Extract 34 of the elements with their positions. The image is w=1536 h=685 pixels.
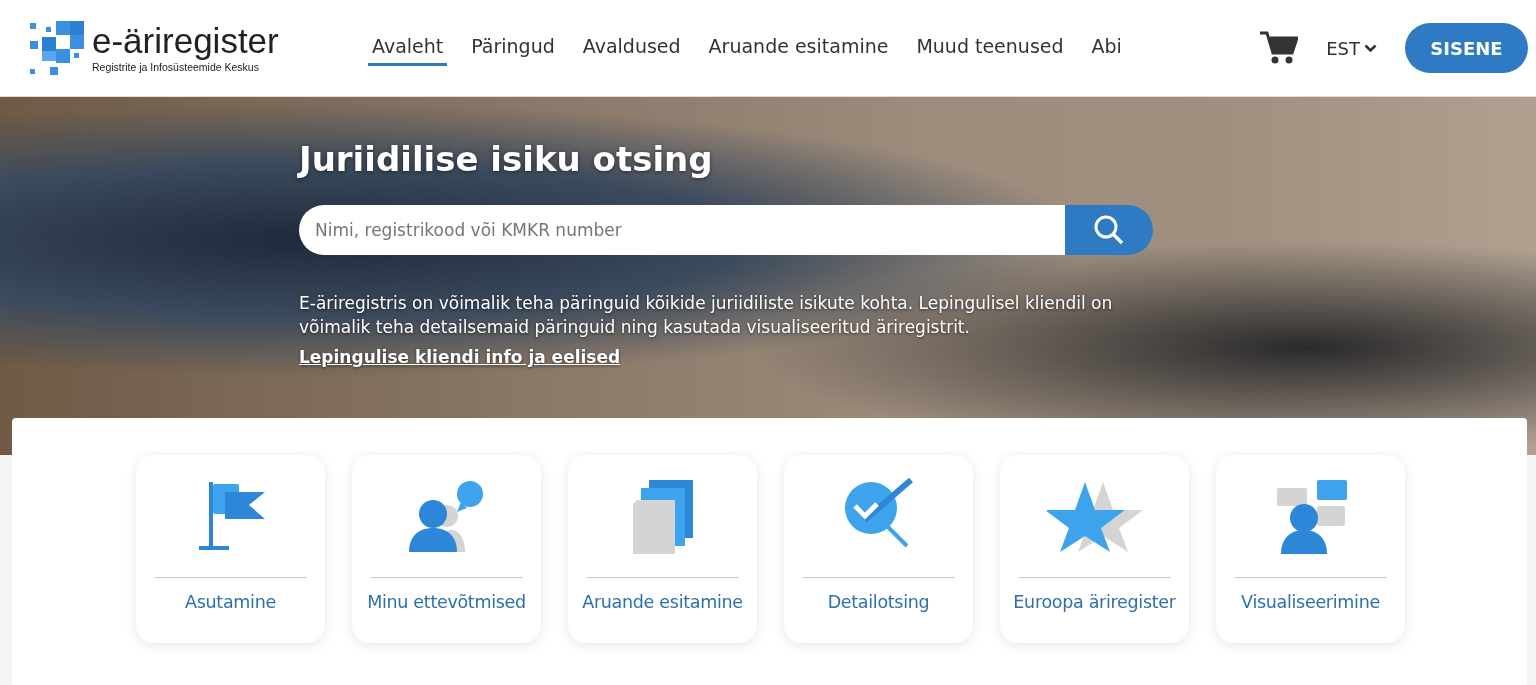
logo-name: e-äriregister [92,23,279,58]
service-tile[interactable]: Aruande esitamine [568,455,757,643]
documents-icon [630,478,695,554]
nav-link[interactable]: Muud teenused [912,30,1068,66]
nav-link[interactable]: Avaleht [368,30,448,66]
service-tile[interactable]: Euroopa äriregister [1000,455,1189,643]
search-field[interactable]: Nimi, registrikood või KMKR number [299,205,1065,255]
search-button[interactable] [1065,205,1153,255]
nav-link[interactable]: Avaldused [578,30,685,66]
stars-icon [1046,480,1143,552]
hero-description: E-äriregistris on võimalik teha päringuid kõikide juriidiliste isikute kohta. Lepingulisel kliendil on võimalik teha detailsemaid päringuid ning kasutada visualiseeritud äriregistrit. [299,292,1114,339]
logo-icon [28,19,86,77]
service-tile[interactable]: Detailotsing [784,455,973,643]
service-tile[interactable]: Asutamine [136,455,325,643]
nav-link[interactable]: Aruande esitamine [704,30,893,66]
language-dropdown[interactable]: EST [1322,33,1381,63]
person-panels-icon [1274,478,1347,554]
tile-label: Asutamine [185,592,276,612]
login-button[interactable]: SISENE [1405,23,1528,73]
service-tile[interactable]: Minu ettevõtmised [352,455,541,643]
service-tile[interactable]: Visualiseerimine [1216,455,1405,643]
tile-label: Detailotsing [827,592,930,612]
tile-label: Visualiseerimine [1241,592,1380,612]
tile-label: Aruande esitamine [582,592,743,612]
client-info-link[interactable]: Lepingulise kliendi info ja eelised [299,347,621,367]
tile-label: Euroopa äriregister [1013,592,1176,612]
search-icon [1093,214,1125,246]
logo-subtitle: Registrite ja Infosüsteemide Keskus [92,61,260,73]
tile-label: Minu ettevõtmised [367,592,526,612]
hero-title: Juriidilise isiku otsing [299,139,714,179]
nav-link[interactable]: Päringud [467,30,559,66]
chevron-down-icon [1364,43,1377,53]
cart-icon[interactable] [1260,31,1299,65]
nav-link[interactable]: Abi [1087,30,1126,66]
